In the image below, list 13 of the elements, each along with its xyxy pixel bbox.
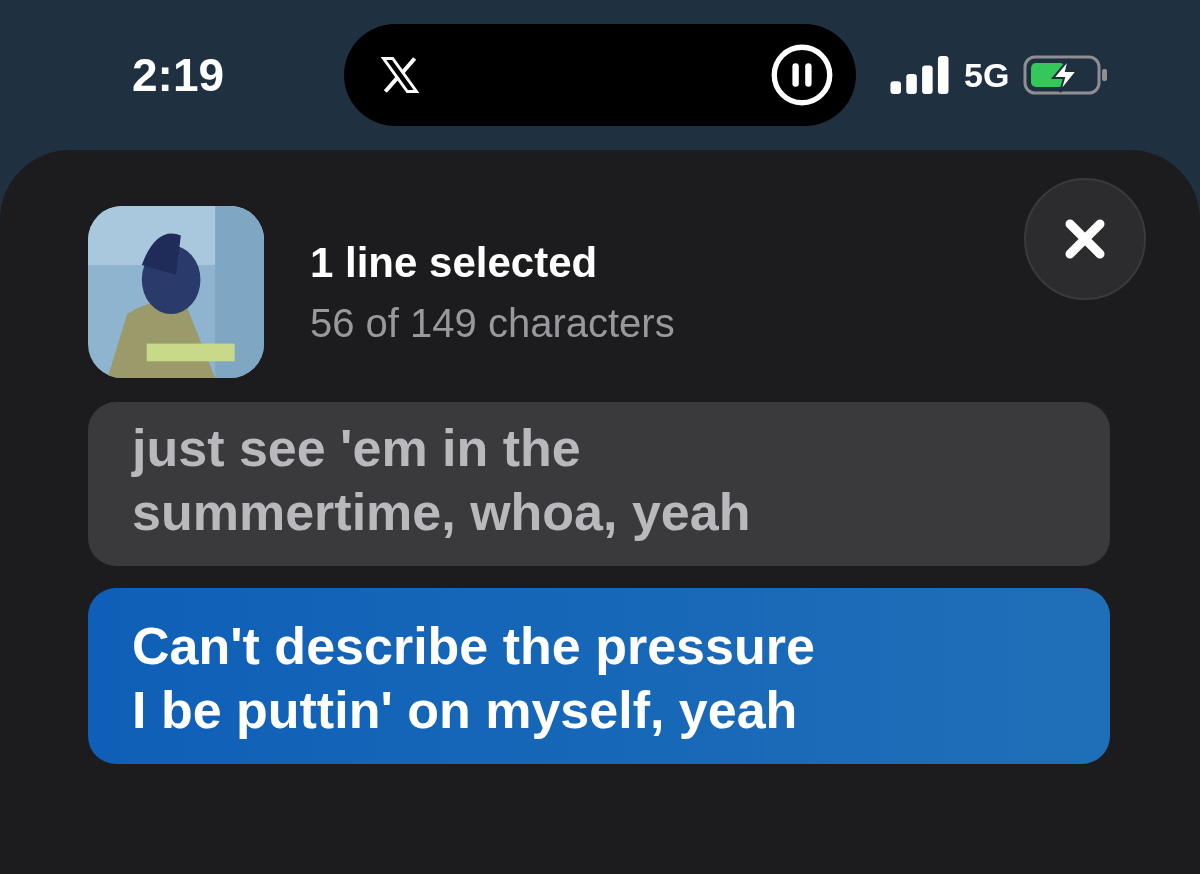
battery-charging-icon — [1023, 55, 1110, 95]
lyric-line: summertime, whoa, yeah — [132, 482, 752, 543]
lyric-line: Can't describe the pressure — [132, 616, 816, 677]
lyric-card[interactable]: just see 'em in the summertime, whoa, yeah — [88, 402, 1110, 566]
lyric-line: just see 'em in the — [132, 418, 582, 479]
signal-icon — [890, 56, 950, 94]
selection-title: 1 line selected — [310, 238, 599, 287]
lyric-line: I be puttin' on myself, yeah — [132, 680, 799, 741]
lyric-card[interactable]: Can't describe the pressure I be puttin' on myself, yeah — [88, 588, 1110, 764]
pause-icon[interactable] — [770, 43, 834, 107]
network-label: 5G — [964, 55, 1010, 95]
status-time: 2:19 — [132, 48, 226, 102]
character-count: 56 of 149 characters — [310, 300, 676, 346]
